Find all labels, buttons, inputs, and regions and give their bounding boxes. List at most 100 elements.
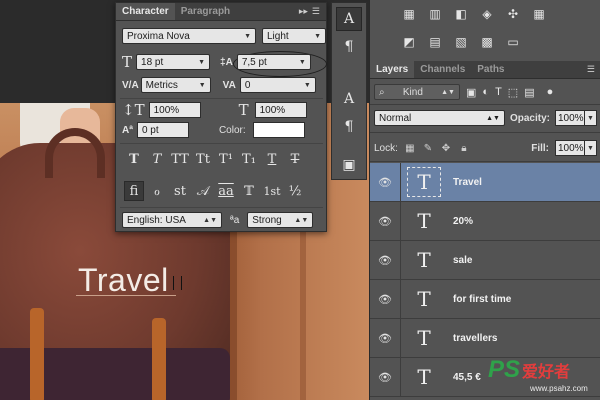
discretionary-ligatures-button[interactable]: st xyxy=(170,181,190,201)
language-select[interactable]: English: USA ▲▼ xyxy=(122,212,222,228)
old-style-button[interactable]: ℴ xyxy=(147,181,167,201)
lock-position-icon[interactable]: ✥ xyxy=(440,142,452,154)
superscript-button[interactable]: T¹ xyxy=(216,149,236,169)
brightness-icon[interactable]: ▦ xyxy=(400,6,418,22)
character-styles-button[interactable]: A xyxy=(336,87,362,111)
horizontal-scale-icon: T xyxy=(238,101,249,119)
shape-filter-icon[interactable]: ⬚ xyxy=(508,86,518,99)
character-panel-button[interactable]: A xyxy=(336,7,362,31)
type-filter-icon[interactable]: T xyxy=(495,86,502,98)
color-swatch[interactable] xyxy=(252,122,305,138)
underline-button[interactable]: T xyxy=(262,149,282,169)
lock-transparent-icon[interactable]: ▦ xyxy=(404,142,416,154)
kerning-select[interactable]: Metrics ▼ xyxy=(140,77,211,93)
pixel-filter-icon[interactable]: ▣ xyxy=(466,86,476,99)
blend-mode-select[interactable]: Normal ▲▼ xyxy=(374,110,505,126)
divider xyxy=(400,357,401,397)
layer-name[interactable]: 20% xyxy=(453,216,473,227)
layer-name[interactable]: Travel xyxy=(453,177,482,188)
divider xyxy=(400,240,401,280)
layer-row[interactable]: 👁︎ T for first time xyxy=(370,279,600,319)
panel-menu-icon[interactable]: ☰ xyxy=(312,6,320,17)
vertical-scale-field[interactable]: 100% xyxy=(148,102,201,118)
layer-name[interactable]: travellers xyxy=(453,333,497,344)
antialias-select[interactable]: Strong ▲▼ xyxy=(247,212,314,228)
eye-icon[interactable]: 👁︎ xyxy=(370,254,400,267)
eye-icon[interactable]: 👁︎ xyxy=(370,293,400,306)
eye-icon[interactable]: 👁︎ xyxy=(370,215,400,228)
hue-saturation-icon[interactable]: ✣ xyxy=(504,6,522,22)
font-style-select[interactable]: Light ▼ xyxy=(262,28,326,44)
baseline-shift-field[interactable]: 0 pt xyxy=(136,122,189,138)
stylistic-alternates-button[interactable]: aa xyxy=(216,181,236,201)
tab-paragraph[interactable]: Paragraph xyxy=(175,3,236,20)
layers-panel-menu[interactable]: ☰ xyxy=(587,61,600,78)
layer-name[interactable]: for first time xyxy=(453,294,511,305)
canvas-text-travel[interactable]: Travel xyxy=(78,262,169,299)
chevron-down-icon: ▼ xyxy=(298,58,306,66)
eye-icon[interactable]: 👁︎ xyxy=(370,332,400,345)
fill-field[interactable]: 100% xyxy=(555,140,585,156)
kind-filter-select[interactable]: ⌕ Kind ▲▼ xyxy=(374,84,460,100)
invert-icon[interactable]: ◩ xyxy=(400,34,418,50)
fill-slider-icon[interactable]: ▼ xyxy=(585,140,597,156)
small-caps-button[interactable]: Tt xyxy=(193,149,213,169)
layer-row[interactable]: 👁︎ T sale xyxy=(370,240,600,280)
fractions-button[interactable]: ½ xyxy=(285,181,305,201)
type-layer-icon: T xyxy=(417,326,431,350)
font-family-select[interactable]: Proxima Nova ▼ xyxy=(122,28,256,44)
chevron-down-icon: ▼ xyxy=(244,32,251,40)
levels-icon[interactable]: ▥ xyxy=(426,6,444,22)
panel-menu[interactable]: ▸▸ ☰ xyxy=(299,3,326,20)
character-panel-tabs: Character Paragraph ▸▸ ☰ xyxy=(116,3,326,21)
selective-color-icon[interactable]: ▩ xyxy=(478,34,496,50)
tab-channels[interactable]: Channels xyxy=(414,61,471,78)
eye-icon[interactable]: 👁︎ xyxy=(370,371,400,384)
chevron-down-icon: ▼ xyxy=(303,81,311,89)
horizontal-scale-field[interactable]: 100% xyxy=(254,102,307,118)
faux-bold-button[interactable]: T xyxy=(124,149,144,169)
swash-button[interactable]: 𝒜 xyxy=(193,181,213,201)
exposure-icon[interactable]: ◧ xyxy=(452,6,470,22)
lock-row: Lock: ▦ ✎ ✥ 🔒︎ Fill: 100% ▼ xyxy=(374,140,597,156)
ligatures-button[interactable]: fi xyxy=(124,181,144,201)
all-caps-button[interactable]: TT xyxy=(170,149,190,169)
chevron-updown-icon: ▲▼ xyxy=(486,114,500,122)
opacity-slider-icon[interactable]: ▼ xyxy=(585,110,597,126)
tab-layers[interactable]: Layers xyxy=(370,61,415,78)
adjustment-filter-icon[interactable]: ◐ xyxy=(482,86,489,98)
layer-row[interactable]: 👁︎ T Travel xyxy=(370,162,600,202)
eye-icon[interactable]: 👁︎ xyxy=(370,176,400,189)
leading-field[interactable]: 7,5 pt ▼ xyxy=(236,54,311,70)
blend-row: Normal ▲▼ Opacity: 100% ▼ xyxy=(374,110,597,126)
ordinals-button[interactable]: 1st xyxy=(262,181,282,201)
type-style-buttons: T T TT Tt T¹ T₁ T T xyxy=(124,149,305,169)
layer-row[interactable]: 👁︎ T 20% xyxy=(370,201,600,241)
color-lookup-icon[interactable]: ▦ xyxy=(530,6,548,22)
threshold-icon[interactable]: ▧ xyxy=(452,34,470,50)
layer-name[interactable]: sale xyxy=(453,255,472,266)
strikethrough-button[interactable]: T xyxy=(285,149,305,169)
tab-paths[interactable]: Paths xyxy=(471,61,510,78)
paragraph-styles-button[interactable]: ¶ xyxy=(336,115,362,139)
filter-toggle-icon[interactable]: ● xyxy=(547,86,554,98)
lock-all-icon[interactable]: 🔒︎ xyxy=(458,142,470,154)
font-size-field[interactable]: 18 pt ▼ xyxy=(136,54,211,70)
glyphs-panel-button[interactable]: ▣ xyxy=(336,153,362,177)
layer-name[interactable]: 45,5 € xyxy=(453,372,481,383)
gradient-map-icon[interactable]: ▭ xyxy=(504,34,522,50)
vibrance-icon[interactable]: ◈ xyxy=(478,6,496,22)
faux-italic-button[interactable]: T xyxy=(147,149,167,169)
panel-menu-icon[interactable]: ☰ xyxy=(587,64,595,75)
paragraph-panel-button[interactable]: ¶ xyxy=(336,35,362,59)
tracking-select[interactable]: 0 ▼ xyxy=(239,77,316,93)
collapse-icon[interactable]: ▸▸ xyxy=(299,6,308,17)
lock-image-icon[interactable]: ✎ xyxy=(422,142,434,154)
posterize-icon[interactable]: ▤ xyxy=(426,34,444,50)
smart-object-filter-icon[interactable]: ▤ xyxy=(524,86,534,99)
opacity-field[interactable]: 100% xyxy=(555,110,585,126)
tab-character[interactable]: Character xyxy=(116,3,175,20)
subscript-button[interactable]: T₁ xyxy=(239,149,259,169)
titling-alternates-button[interactable]: 𝕋 xyxy=(239,181,259,201)
layer-row[interactable]: 👁︎ T travellers xyxy=(370,318,600,358)
